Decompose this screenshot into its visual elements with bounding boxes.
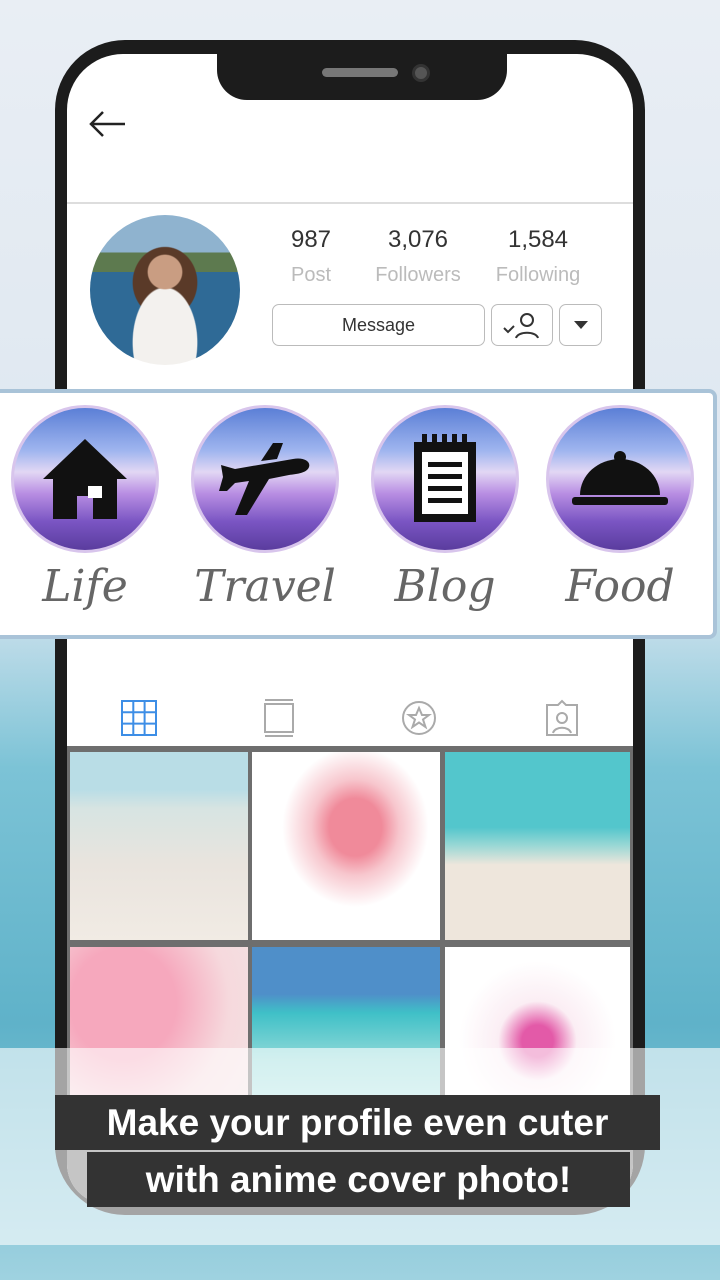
notepad-icon <box>414 434 476 522</box>
following-label: Following <box>495 264 581 286</box>
following-button[interactable] <box>491 304 553 346</box>
highlight-travel[interactable]: Travel <box>190 405 340 612</box>
single-post-icon[interactable] <box>263 699 294 737</box>
cloche-icon <box>572 451 668 505</box>
followers-label: Followers <box>375 264 461 286</box>
caption-line-2: with anime cover photo! <box>87 1152 630 1207</box>
following-count: 1,584 <box>507 226 569 253</box>
phone-notch <box>217 54 507 100</box>
speaker <box>322 68 398 77</box>
tagged-user-icon[interactable] <box>544 699 580 737</box>
followers-count: 3,076 <box>387 226 449 253</box>
house-icon <box>43 439 127 519</box>
highlight-label: Blog <box>394 561 496 612</box>
stat-followers[interactable]: 3,076 Followers <box>363 226 473 287</box>
highlight-label: Life <box>42 561 128 612</box>
story-highlights: Life Travel Blog Food <box>0 389 717 639</box>
stat-posts[interactable]: 987 Post <box>256 226 366 287</box>
highlight-food[interactable]: Food <box>545 405 695 612</box>
highlight-blog[interactable]: Blog <box>370 405 520 612</box>
divider <box>67 202 633 204</box>
highlight-life[interactable]: Life <box>10 405 160 612</box>
camera <box>412 64 430 82</box>
star-icon[interactable] <box>401 700 437 736</box>
caret-down-icon <box>573 321 588 329</box>
stat-following[interactable]: 1,584 Following <box>483 226 593 287</box>
profile-tabs <box>67 690 633 746</box>
highlight-label: Food <box>565 561 675 612</box>
grid-icon[interactable] <box>120 700 157 736</box>
avatar[interactable] <box>90 215 240 365</box>
airplane-icon <box>219 443 310 515</box>
message-button[interactable]: Message <box>272 304 485 346</box>
user-check-icon <box>503 313 539 339</box>
posts-label: Post <box>290 264 332 286</box>
highlight-label: Travel <box>194 561 336 612</box>
grid-photo[interactable] <box>445 752 630 940</box>
caption-line-1: Make your profile even cuter <box>55 1095 660 1150</box>
dropdown-button[interactable] <box>559 304 602 346</box>
grid-photo[interactable] <box>70 752 248 940</box>
grid-photo[interactable] <box>252 752 440 940</box>
posts-count: 987 <box>290 226 332 253</box>
back-arrow-icon[interactable] <box>85 104 129 144</box>
